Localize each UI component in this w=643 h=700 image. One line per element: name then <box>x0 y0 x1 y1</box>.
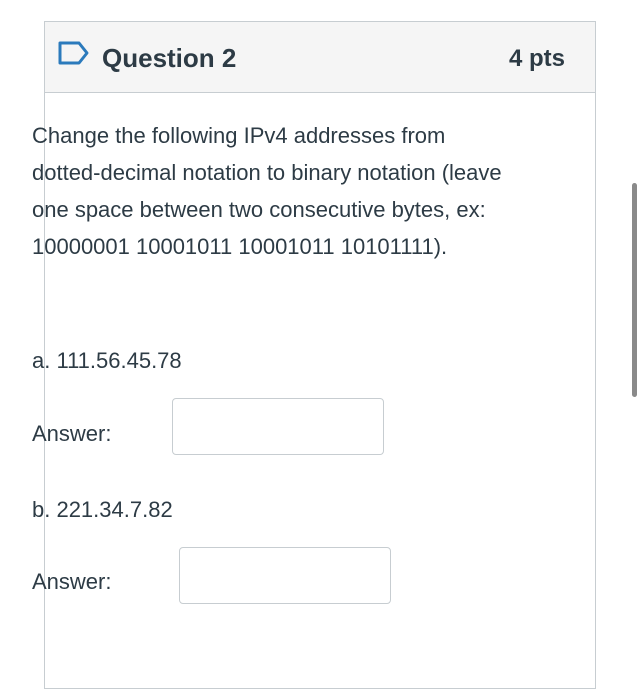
question-header: Question 2 4 pts <box>45 22 595 93</box>
question-points: 4 pts <box>508 45 565 72</box>
part-a-label: a. 111.56.45.78 <box>32 348 182 373</box>
part-b-answer-label: Answer: <box>32 569 112 594</box>
scrollbar[interactable] <box>632 183 637 397</box>
part-b-label: b. 221.34.7.82 <box>32 497 173 522</box>
question-title: Question 2 <box>102 43 237 73</box>
question-body: Change the following IPv4 addresses from… <box>32 117 512 265</box>
question-text: Change the following IPv4 addresses from… <box>32 123 502 259</box>
part-a-answer-label: Answer: <box>32 421 112 446</box>
part-b-answer-input[interactable] <box>179 547 391 604</box>
bookmark-flag-icon[interactable] <box>58 41 90 65</box>
part-a-answer-input[interactable] <box>172 398 384 455</box>
